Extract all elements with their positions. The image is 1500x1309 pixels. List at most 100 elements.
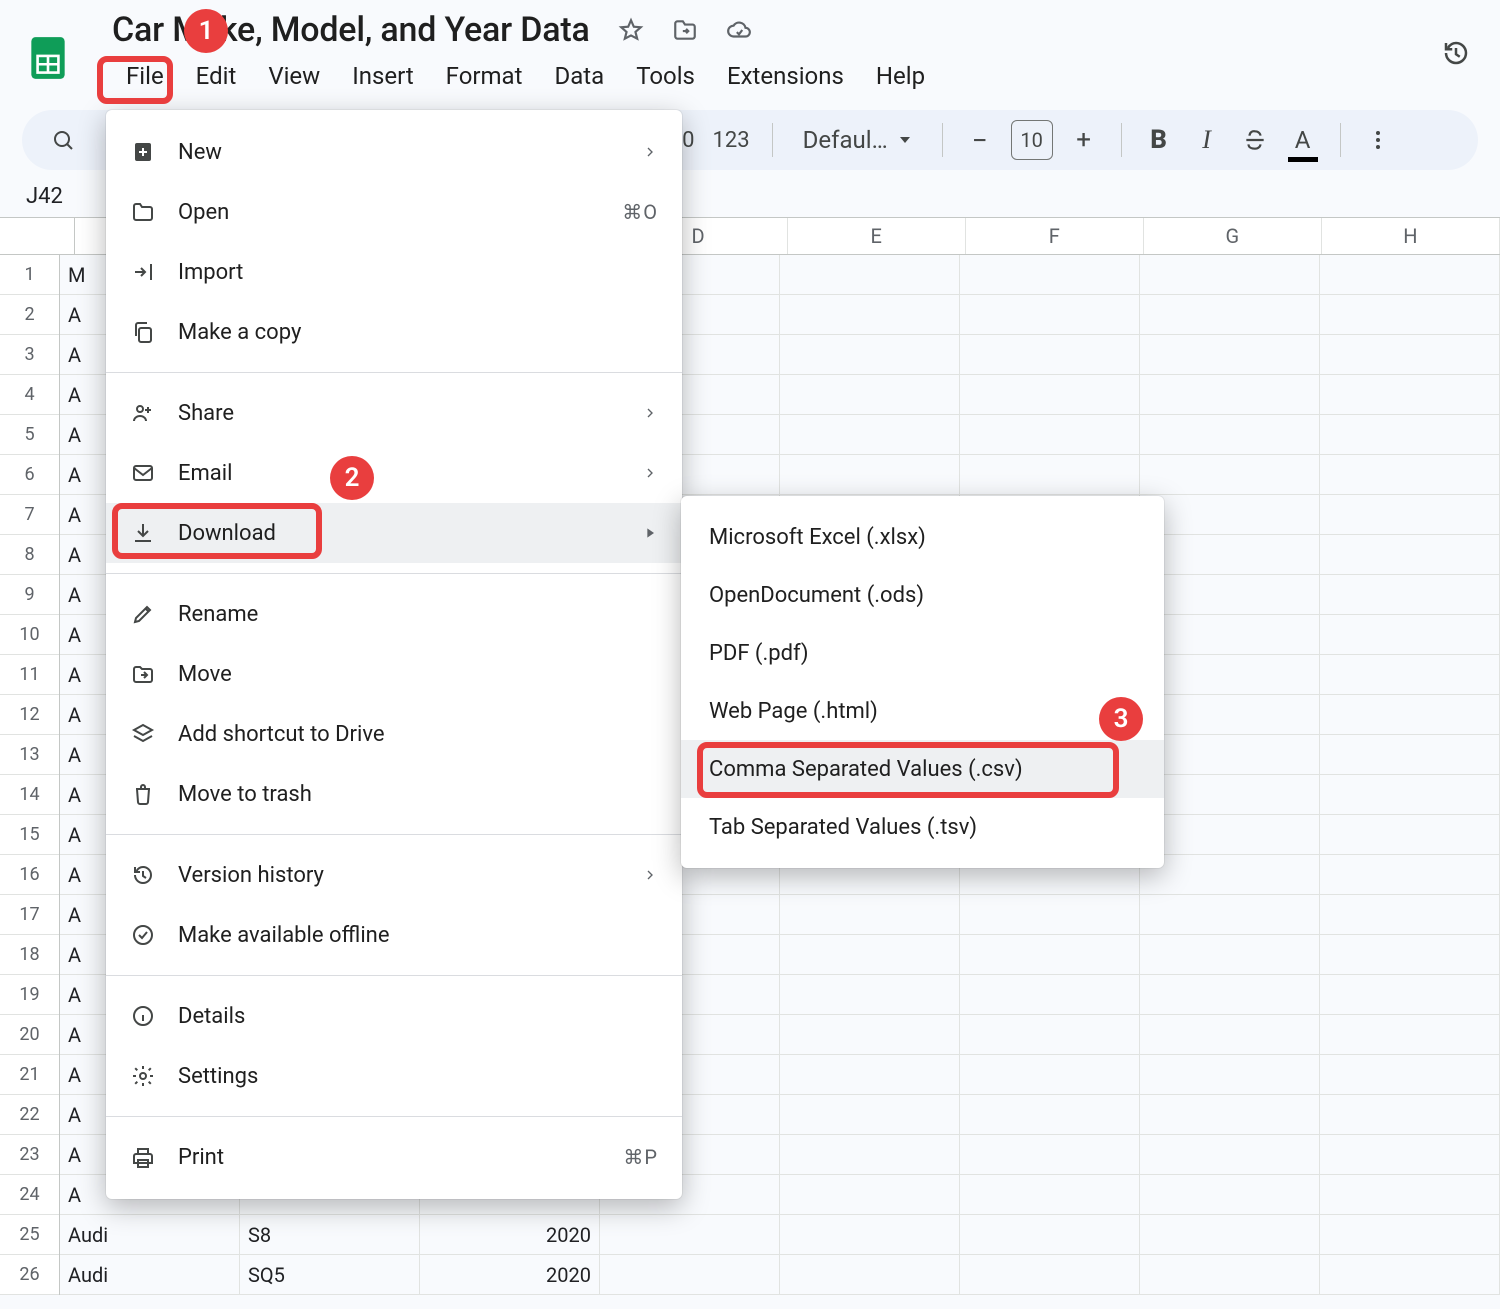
download-option-html[interactable]: Web Page (.html) [681,682,1164,740]
download-option-xlsx[interactable]: Microsoft Excel (.xlsx) [681,508,1164,566]
download-option-pdf[interactable]: PDF (.pdf) [681,624,1164,682]
cell[interactable] [960,1055,1140,1094]
cell[interactable] [960,1095,1140,1134]
italic-button[interactable]: I [1192,124,1222,156]
cell[interactable] [1140,255,1320,294]
column-header-H[interactable]: H [1322,218,1500,254]
cell[interactable] [780,975,960,1014]
download-option-tsv[interactable]: Tab Separated Values (.tsv) [681,798,1164,856]
menu-item-copy[interactable]: Make a copy [106,302,682,362]
cell[interactable] [1140,1135,1320,1174]
cell[interactable] [1140,535,1320,574]
cell[interactable] [960,935,1140,974]
row-header[interactable]: 2 [0,295,59,335]
cell[interactable] [960,375,1140,414]
search-menus-icon[interactable] [48,124,78,156]
cell[interactable] [1140,415,1320,454]
cell[interactable] [1320,615,1500,654]
row-header[interactable]: 19 [0,975,59,1015]
row-header[interactable]: 3 [0,335,59,375]
cell[interactable] [780,455,960,494]
cell[interactable] [780,1255,960,1294]
row-header[interactable]: 4 [0,375,59,415]
cell[interactable] [780,1015,960,1054]
row-header[interactable]: 17 [0,895,59,935]
row-header[interactable]: 11 [0,655,59,695]
cell[interactable] [1140,735,1320,774]
cell[interactable] [780,935,960,974]
cell[interactable] [780,1215,960,1254]
row-header[interactable]: 16 [0,855,59,895]
cell[interactable] [1140,1215,1320,1254]
menu-item-history[interactable]: Version history [106,845,682,905]
row-header[interactable]: 12 [0,695,59,735]
menu-item-details[interactable]: Details [106,986,682,1046]
menu-item-download[interactable]: Download [106,503,682,563]
decrease-font-size-button[interactable]: − [965,124,995,156]
cell[interactable]: S8 [240,1215,420,1254]
strikethrough-button[interactable] [1240,124,1270,156]
cell[interactable] [780,1095,960,1134]
cell[interactable] [1320,575,1500,614]
cell[interactable] [1320,415,1500,454]
increase-font-size-button[interactable]: + [1069,124,1099,156]
menu-item-offline[interactable]: Make available offline [106,905,682,965]
menu-item-trash[interactable]: Move to trash [106,764,682,824]
cell[interactable] [1140,1015,1320,1054]
cell[interactable] [960,1175,1140,1214]
cell[interactable]: Audi [60,1215,240,1254]
cell[interactable] [1140,1055,1320,1094]
cell[interactable] [1320,1015,1500,1054]
cell[interactable] [1320,375,1500,414]
menu-item-rename[interactable]: Rename [106,584,682,644]
cell[interactable] [1140,695,1320,734]
cell[interactable] [780,895,960,934]
cell[interactable] [960,335,1140,374]
cell[interactable] [960,975,1140,1014]
cell[interactable] [960,1135,1140,1174]
cell[interactable] [1140,1095,1320,1134]
cell[interactable] [1320,735,1500,774]
cell[interactable] [1320,855,1500,894]
row-header[interactable]: 26 [0,1255,59,1295]
row-header[interactable]: 5 [0,415,59,455]
cell[interactable] [600,1215,780,1254]
cell[interactable] [960,1215,1140,1254]
cell[interactable] [1140,895,1320,934]
cell[interactable] [1320,335,1500,374]
menu-tools[interactable]: Tools [622,56,709,96]
cell[interactable] [1140,1255,1320,1294]
cell[interactable] [960,415,1140,454]
row-header[interactable]: 18 [0,935,59,975]
cell[interactable]: SQ5 [240,1255,420,1294]
cell[interactable] [1320,775,1500,814]
font-size-input[interactable]: 10 [1011,120,1053,160]
menu-item-new[interactable]: New [106,122,682,182]
cell[interactable] [1320,815,1500,854]
download-option-ods[interactable]: OpenDocument (.ods) [681,566,1164,624]
menu-item-open[interactable]: Open⌘O [106,182,682,242]
menu-view[interactable]: View [254,56,334,96]
cell[interactable] [780,415,960,454]
row-header[interactable]: 6 [0,455,59,495]
cell[interactable] [780,1055,960,1094]
row-header[interactable]: 15 [0,815,59,855]
cloud-status-icon[interactable] [726,17,752,43]
cell[interactable] [1320,255,1500,294]
menu-item-shortcut[interactable]: Add shortcut to Drive [106,704,682,764]
name-box[interactable]: J42 [22,176,67,217]
cell[interactable] [1320,1135,1500,1174]
cell[interactable] [1140,455,1320,494]
cell[interactable] [1140,975,1320,1014]
version-history-button[interactable] [1434,31,1478,75]
cell[interactable] [1140,935,1320,974]
cell[interactable] [1320,695,1500,734]
menu-item-import[interactable]: Import [106,242,682,302]
move-file-icon[interactable] [672,17,698,43]
cell[interactable] [960,895,1140,934]
cell[interactable] [780,375,960,414]
column-header-G[interactable]: G [1144,218,1322,254]
menu-help[interactable]: Help [862,56,939,96]
cell[interactable]: Audi [60,1255,240,1294]
row-header[interactable]: 13 [0,735,59,775]
